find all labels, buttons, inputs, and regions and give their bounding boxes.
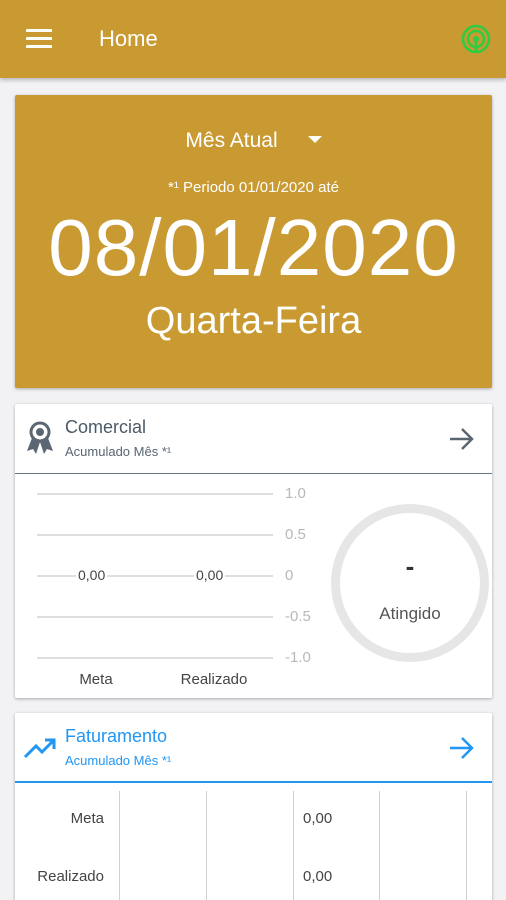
chart-y-tick-label: 1.0 — [285, 485, 306, 502]
chart-gridline — [37, 493, 273, 495]
signal-status-icon[interactable] — [460, 23, 492, 55]
comercial-card: Comercial Acumulado Mês *¹ - Atingido 1.… — [15, 404, 492, 698]
arrow-right-icon[interactable] — [448, 426, 476, 452]
chart-data-label: 0,00 — [194, 567, 226, 583]
gauge-label: Atingido — [379, 604, 441, 623]
chart-y-tick-label: 0.5 — [285, 526, 306, 543]
table-divider — [293, 791, 294, 900]
table-divider — [206, 791, 207, 900]
comercial-card-header[interactable]: Comercial Acumulado Mês *¹ — [15, 404, 492, 474]
trending-up-icon — [23, 738, 56, 759]
current-weekday: Quarta-Feira — [145, 300, 362, 342]
faturamento-card-header[interactable]: Faturamento Acumulado Mês *¹ — [15, 713, 492, 783]
chart-y-tick-label: -0.5 — [285, 608, 311, 625]
chart-x-tick-label: Realizado — [180, 671, 248, 688]
period-dropdown[interactable]: Mês Atual — [15, 129, 492, 153]
comercial-subtitle: Acumulado Mês *¹ — [65, 444, 172, 459]
current-date: 08/01/2020 — [48, 203, 459, 292]
chart-y-tick-label: -1.0 — [285, 649, 311, 666]
chart-data-label: 0,00 — [76, 567, 108, 583]
period-summary-card: Mês Atual *¹ Periodo 01/01/2020 até 08/0… — [15, 95, 492, 388]
chart-gridline — [37, 657, 273, 659]
comercial-title: Comercial — [65, 417, 147, 437]
faturamento-subtitle: Acumulado Mês *¹ — [65, 753, 172, 768]
table-cell-value: 0,00 — [303, 810, 333, 827]
table-divider — [379, 791, 380, 900]
faturamento-card: Faturamento Acumulado Mês *¹ Meta 0,00 R… — [15, 713, 492, 900]
table-row-label: Realizado — [37, 868, 104, 885]
table-divider — [119, 791, 120, 900]
page-title: Home — [99, 26, 158, 51]
app-bar: Home — [0, 0, 506, 78]
table-divider — [466, 791, 467, 900]
menu-icon[interactable] — [26, 29, 54, 51]
arrow-right-icon[interactable] — [448, 735, 476, 761]
table-cell-value: 0,00 — [303, 868, 333, 885]
faturamento-title: Faturamento — [65, 726, 168, 746]
period-note: *¹ Periodo 01/01/2020 até — [168, 179, 339, 196]
chart-gridline — [37, 575, 273, 577]
achievement-gauge: - Atingido — [331, 504, 489, 662]
chart-gridline — [37, 534, 273, 536]
table-row-label: Meta — [70, 810, 104, 827]
chart-x-tick-label: Meta — [79, 671, 113, 688]
chart-gridline — [37, 616, 273, 618]
gauge-value: - — [405, 551, 415, 581]
period-dropdown-label: Mês Atual — [185, 129, 278, 152]
caret-down-icon — [307, 135, 322, 143]
award-ribbon-icon — [27, 421, 53, 454]
chart-y-tick-label: 0 — [285, 567, 294, 584]
